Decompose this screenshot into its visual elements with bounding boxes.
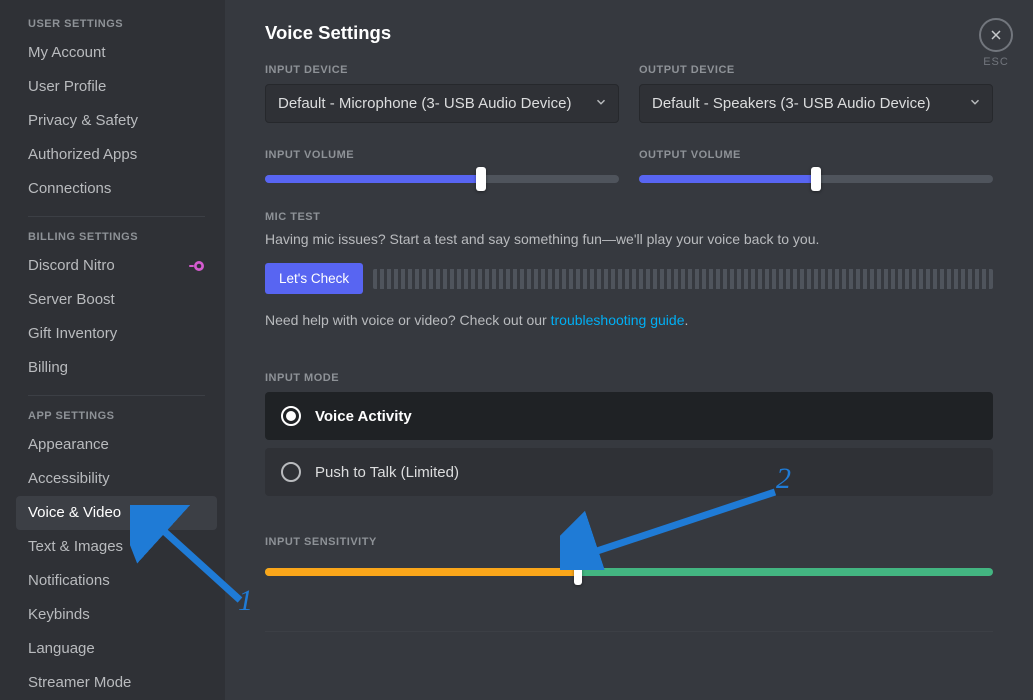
sidebar-divider: [28, 216, 205, 217]
page-title: Voice Settings: [265, 22, 993, 44]
voice-settings-panel: Voice Settings INPUT DEVICE Default - Mi…: [225, 0, 1033, 700]
sidebar-item-label: Connections: [28, 179, 111, 199]
sidebar-item-label: Language: [28, 639, 95, 659]
output-volume-slider[interactable]: [639, 175, 993, 183]
sidebar-item-label: Appearance: [28, 435, 109, 455]
sidebar-section-header: USER SETTINGS: [28, 18, 217, 30]
input-device-label: INPUT DEVICE: [265, 64, 619, 76]
sidebar-item-label: Accessibility: [28, 469, 110, 489]
radio-icon: [281, 406, 301, 426]
sidebar-item-label: Privacy & Safety: [28, 111, 138, 131]
slider-fill: [265, 175, 481, 183]
nitro-icon: [189, 260, 205, 272]
help-text: Need help with voice or video? Check out…: [265, 312, 993, 328]
input-mode-header: INPUT MODE: [265, 372, 993, 384]
output-volume-label: OUTPUT VOLUME: [639, 149, 993, 161]
radio-label: Push to Talk (Limited): [315, 464, 459, 481]
sidebar-item-label: Streamer Mode: [28, 673, 131, 693]
mic-test-description: Having mic issues? Start a test and say …: [265, 231, 993, 247]
sidebar-item-server-boost[interactable]: Server Boost: [16, 283, 217, 317]
sidebar-section-header: APP SETTINGS: [28, 410, 217, 422]
radio-icon: [281, 462, 301, 482]
settings-sidebar: USER SETTINGS My Account User Profile Pr…: [0, 0, 225, 700]
input-device-select[interactable]: Default - Microphone (3- USB Audio Devic…: [265, 84, 619, 123]
sidebar-item-user-profile[interactable]: User Profile: [16, 70, 217, 104]
sidebar-item-label: Gift Inventory: [28, 324, 117, 344]
sidebar-item-label: Server Boost: [28, 290, 115, 310]
help-prefix: Need help with voice or video? Check out…: [265, 312, 551, 328]
slider-thumb[interactable]: [811, 167, 821, 191]
input-device-value: Default - Microphone (3- USB Audio Devic…: [278, 95, 571, 112]
chevron-down-icon: [968, 95, 982, 113]
input-sensitivity-slider[interactable]: [265, 568, 993, 576]
input-sensitivity-header: INPUT SENSITIVITY: [265, 536, 993, 548]
sidebar-item-label: Notifications: [28, 571, 110, 591]
sensitivity-threshold-fill: [265, 568, 578, 576]
mic-test-header: MIC TEST: [265, 211, 993, 223]
radio-label: Voice Activity: [315, 408, 412, 425]
sidebar-item-language[interactable]: Language: [16, 632, 217, 666]
troubleshooting-link[interactable]: troubleshooting guide: [551, 312, 685, 328]
sidebar-item-text-images[interactable]: Text & Images: [16, 530, 217, 564]
sidebar-item-label: Discord Nitro: [28, 256, 115, 276]
slider-fill: [639, 175, 816, 183]
mic-test-button[interactable]: Let's Check: [265, 263, 363, 294]
sidebar-item-keybinds[interactable]: Keybinds: [16, 598, 217, 632]
section-divider: [265, 631, 993, 632]
slider-thumb[interactable]: [476, 167, 486, 191]
slider-thumb[interactable]: [574, 559, 582, 585]
sidebar-item-billing[interactable]: Billing: [16, 351, 217, 385]
sidebar-item-label: Voice & Video: [28, 503, 121, 523]
sidebar-item-gift-inventory[interactable]: Gift Inventory: [16, 317, 217, 351]
sidebar-item-label: Billing: [28, 358, 68, 378]
sidebar-item-notifications[interactable]: Notifications: [16, 564, 217, 598]
output-device-value: Default - Speakers (3- USB Audio Device): [652, 95, 930, 112]
sidebar-item-accessibility[interactable]: Accessibility: [16, 462, 217, 496]
close-button[interactable]: [979, 18, 1013, 52]
close-label: ESC: [979, 56, 1013, 68]
close-icon: [988, 27, 1004, 43]
sidebar-item-label: Keybinds: [28, 605, 90, 625]
sidebar-item-label: User Profile: [28, 77, 106, 97]
input-volume-slider[interactable]: [265, 175, 619, 183]
output-device-label: OUTPUT DEVICE: [639, 64, 993, 76]
input-volume-label: INPUT VOLUME: [265, 149, 619, 161]
input-mode-voice-activity[interactable]: Voice Activity: [265, 392, 993, 440]
sidebar-item-label: My Account: [28, 43, 106, 63]
sidebar-item-connections[interactable]: Connections: [16, 172, 217, 206]
sidebar-item-privacy-safety[interactable]: Privacy & Safety: [16, 104, 217, 138]
sidebar-divider: [28, 395, 205, 396]
output-device-select[interactable]: Default - Speakers (3- USB Audio Device): [639, 84, 993, 123]
sidebar-item-streamer-mode[interactable]: Streamer Mode: [16, 666, 217, 700]
sidebar-item-discord-nitro[interactable]: Discord Nitro: [16, 249, 217, 283]
sidebar-item-my-account[interactable]: My Account: [16, 36, 217, 70]
input-mode-push-to-talk[interactable]: Push to Talk (Limited): [265, 448, 993, 496]
sidebar-section-header: BILLING SETTINGS: [28, 231, 217, 243]
chevron-down-icon: [594, 95, 608, 113]
sidebar-item-voice-video[interactable]: Voice & Video: [16, 496, 217, 530]
help-suffix: .: [685, 312, 689, 328]
sidebar-item-label: Authorized Apps: [28, 145, 137, 165]
sidebar-item-label: Text & Images: [28, 537, 123, 557]
mic-level-meter: [373, 269, 993, 289]
sidebar-item-authorized-apps[interactable]: Authorized Apps: [16, 138, 217, 172]
sidebar-item-appearance[interactable]: Appearance: [16, 428, 217, 462]
